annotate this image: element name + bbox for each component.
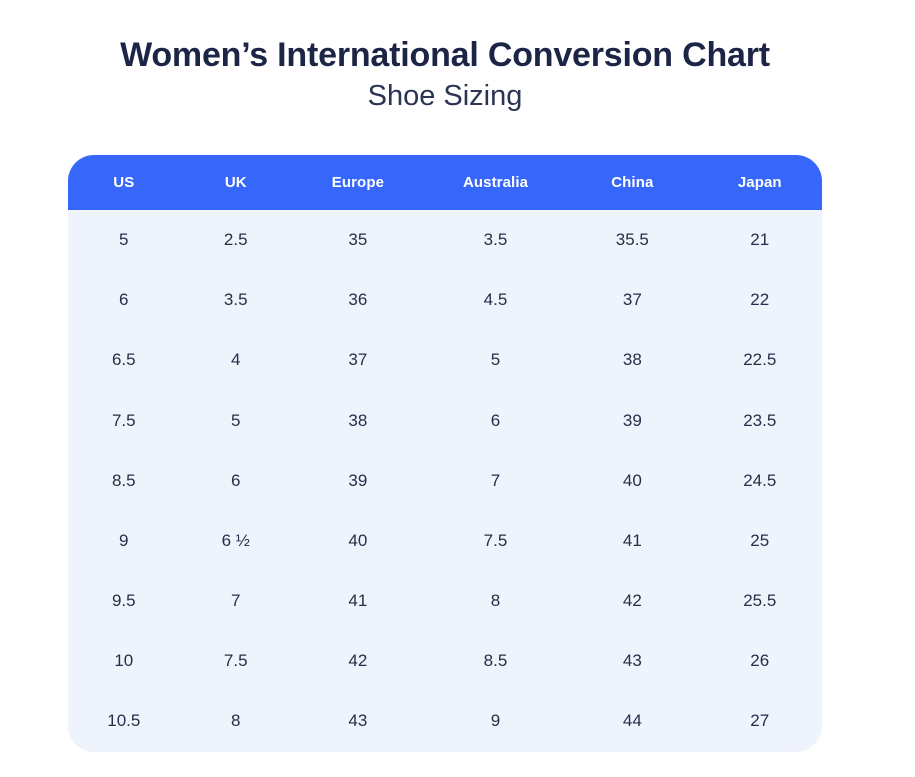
table-cell: 35.5: [567, 230, 697, 250]
table-cell: 24.5: [698, 471, 822, 491]
table-cell: 42: [567, 591, 697, 611]
table-cell: 2.5: [180, 230, 292, 250]
table-cell: 5: [424, 350, 567, 370]
column-header-australia: Australia: [424, 174, 567, 191]
table-cell: 6.5: [68, 350, 180, 370]
table-cell: 40: [292, 531, 424, 551]
table-cell: 6 ½: [180, 531, 292, 551]
table-cell: 40: [567, 471, 697, 491]
table-row: 10 7.5 42 8.5 43 26: [68, 631, 822, 691]
table-cell: 41: [567, 531, 697, 551]
table-cell: 8: [180, 711, 292, 731]
table-row: 8.5 6 39 7 40 24.5: [68, 451, 822, 511]
table-cell: 3.5: [424, 230, 567, 250]
page: Women’s International Conversion Chart S…: [68, 0, 822, 752]
table-cell: 8: [424, 591, 567, 611]
table-cell: 5: [68, 230, 180, 250]
column-header-china: China: [567, 174, 697, 191]
table-header-row: US UK Europe Australia China Japan: [68, 155, 822, 210]
table-cell: 36: [292, 290, 424, 310]
page-title: Women’s International Conversion Chart: [68, 36, 822, 75]
table-cell: 42: [292, 651, 424, 671]
table-cell: 8.5: [424, 651, 567, 671]
table-cell: 4.5: [424, 290, 567, 310]
table-cell: 5: [180, 411, 292, 431]
table-cell: 22.5: [698, 350, 822, 370]
table-cell: 7.5: [180, 651, 292, 671]
table-body: 5 2.5 35 3.5 35.5 21 6 3.5 36 4.5 37 22 …: [68, 210, 822, 752]
table-cell: 35: [292, 230, 424, 250]
table-cell: 27: [698, 711, 822, 731]
table-cell: 7.5: [68, 411, 180, 431]
table-cell: 25.5: [698, 591, 822, 611]
table-cell: 6: [180, 471, 292, 491]
table-cell: 38: [567, 350, 697, 370]
table-cell: 6: [424, 411, 567, 431]
table-cell: 21: [698, 230, 822, 250]
table-cell: 9: [68, 531, 180, 551]
table-cell: 9: [424, 711, 567, 731]
table-row: 9 6 ½ 40 7.5 41 25: [68, 511, 822, 571]
table-cell: 43: [292, 711, 424, 731]
table-row: 10.5 8 43 9 44 27: [68, 691, 822, 751]
table-cell: 7: [424, 471, 567, 491]
conversion-table: US UK Europe Australia China Japan 5 2.5…: [68, 155, 822, 752]
column-header-japan: Japan: [698, 174, 822, 191]
column-header-uk: UK: [180, 174, 292, 191]
table-cell: 9.5: [68, 591, 180, 611]
table-row: 6.5 4 37 5 38 22.5: [68, 330, 822, 390]
column-header-us: US: [68, 174, 180, 191]
table-cell: 10.5: [68, 711, 180, 731]
table-cell: 8.5: [68, 471, 180, 491]
table-cell: 7: [180, 591, 292, 611]
table-row: 9.5 7 41 8 42 25.5: [68, 571, 822, 631]
table-cell: 26: [698, 651, 822, 671]
table-row: 7.5 5 38 6 39 23.5: [68, 390, 822, 450]
column-header-europe: Europe: [292, 174, 424, 191]
page-subtitle: Shoe Sizing: [68, 79, 822, 114]
table-cell: 37: [292, 350, 424, 370]
table-cell: 3.5: [180, 290, 292, 310]
table-cell: 44: [567, 711, 697, 731]
table-cell: 10: [68, 651, 180, 671]
table-row: 5 2.5 35 3.5 35.5 21: [68, 210, 822, 270]
table-cell: 41: [292, 591, 424, 611]
table-row: 6 3.5 36 4.5 37 22: [68, 270, 822, 330]
table-cell: 39: [567, 411, 697, 431]
table-cell: 4: [180, 350, 292, 370]
table-cell: 39: [292, 471, 424, 491]
table-cell: 6: [68, 290, 180, 310]
table-cell: 25: [698, 531, 822, 551]
table-cell: 22: [698, 290, 822, 310]
table-cell: 43: [567, 651, 697, 671]
table-cell: 7.5: [424, 531, 567, 551]
table-cell: 37: [567, 290, 697, 310]
table-cell: 23.5: [698, 411, 822, 431]
table-cell: 38: [292, 411, 424, 431]
